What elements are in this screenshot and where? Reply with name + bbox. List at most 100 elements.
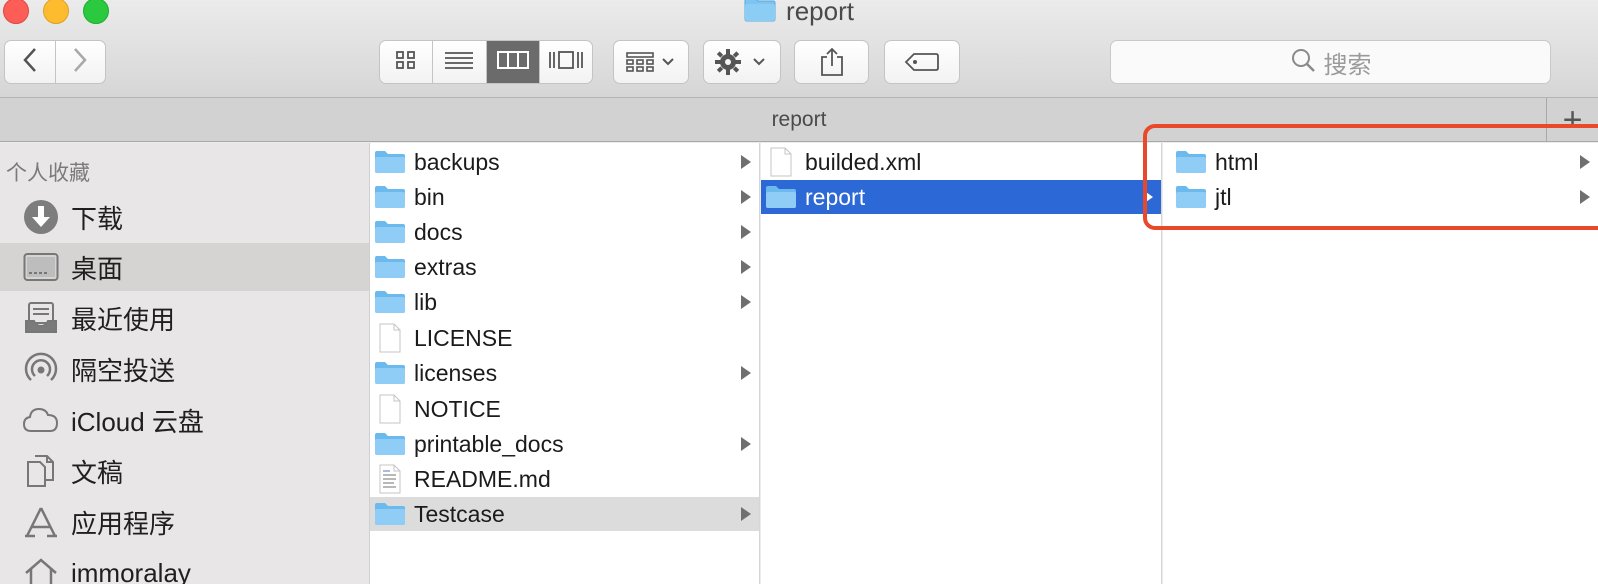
sidebar-item-recents[interactable]: 最近使用 xyxy=(0,294,369,342)
folder-icon xyxy=(763,185,799,209)
browser-column-2: builded.xml report xyxy=(761,143,1162,584)
sidebar-item-applications[interactable]: 应用程序 xyxy=(0,498,369,546)
file-icon xyxy=(763,147,799,177)
group-by-button[interactable] xyxy=(613,40,689,84)
sidebar-item-desktop[interactable]: 桌面 xyxy=(0,243,369,291)
item-name: NOTICE xyxy=(414,395,501,422)
sidebar-item-airdrop[interactable]: 隔空投送 xyxy=(0,345,369,393)
documents-icon xyxy=(21,451,61,491)
list-item-notice[interactable]: NOTICE xyxy=(370,392,759,426)
file-icon xyxy=(372,394,408,424)
folder-icon xyxy=(1173,150,1209,174)
disclosure-arrow-icon xyxy=(741,507,751,521)
list-view-button[interactable] xyxy=(432,41,485,83)
folder-icon xyxy=(372,150,408,174)
browser-column-1: backups bin docs extras lib LICENSE lice… xyxy=(370,143,760,584)
list-item-readme[interactable]: README.md xyxy=(370,462,759,496)
action-menu-button[interactable] xyxy=(703,40,781,84)
list-item-extras[interactable]: extras xyxy=(370,250,759,284)
applications-icon xyxy=(21,502,61,542)
search-field[interactable]: 搜索 xyxy=(1110,40,1551,84)
icon-view-icon xyxy=(395,50,417,75)
share-button[interactable] xyxy=(794,40,869,84)
sidebar-item-label: 应用程序 xyxy=(71,508,176,539)
back-button[interactable] xyxy=(5,41,55,83)
sidebar-item-label: iCloud 云盘 xyxy=(71,406,204,437)
icon-view-button[interactable] xyxy=(380,41,432,83)
item-name: docs xyxy=(414,218,463,245)
list-item-jtl[interactable]: jtl xyxy=(1163,180,1598,214)
column-view-icon xyxy=(496,50,529,75)
item-name: html xyxy=(1215,148,1259,175)
disclosure-arrow-icon xyxy=(1580,155,1590,169)
list-item-printable-docs[interactable]: printable_docs xyxy=(370,427,759,461)
tags-button[interactable] xyxy=(884,40,960,84)
disclosure-arrow-icon xyxy=(1580,190,1590,204)
list-item-bin[interactable]: bin xyxy=(370,180,759,214)
item-name: LICENSE xyxy=(414,324,513,351)
chevron-left-icon xyxy=(21,47,39,78)
disclosure-arrow-icon xyxy=(1143,190,1153,204)
item-name: README.md xyxy=(414,465,551,492)
cloud-icon xyxy=(21,400,61,440)
tag-icon xyxy=(904,52,940,72)
window-title: report xyxy=(0,0,1598,27)
item-name: Testcase xyxy=(414,500,505,527)
folder-icon xyxy=(744,0,776,27)
window-toolbar: report 搜索 xyxy=(0,0,1598,98)
share-icon xyxy=(819,47,845,77)
list-item-license[interactable]: LICENSE xyxy=(370,321,759,355)
sidebar-item-home[interactable]: immoralay xyxy=(0,549,369,584)
download-icon xyxy=(21,197,61,237)
tab-bar: report + xyxy=(0,98,1598,142)
item-name: jtl xyxy=(1215,183,1232,210)
disclosure-arrow-icon xyxy=(741,260,751,274)
list-item-testcase[interactable]: Testcase xyxy=(370,497,759,531)
sidebar-item-label: 文稿 xyxy=(71,457,124,488)
text-file-icon xyxy=(372,464,408,494)
navigation-buttons xyxy=(4,40,106,84)
list-item-report[interactable]: report xyxy=(761,180,1161,214)
list-item-backups[interactable]: backups xyxy=(370,145,759,179)
sidebar-item-downloads[interactable]: 下载 xyxy=(0,193,369,241)
search-icon xyxy=(1290,47,1316,78)
sidebar-item-label: 桌面 xyxy=(71,253,124,284)
column-view-button[interactable] xyxy=(485,41,539,83)
item-name: builded.xml xyxy=(805,148,922,175)
view-mode-control xyxy=(379,40,593,84)
new-tab-button[interactable]: + xyxy=(1546,98,1598,142)
sidebar-item-icloud[interactable]: iCloud 云盘 xyxy=(0,396,369,444)
disclosure-arrow-icon xyxy=(741,437,751,451)
folder-icon xyxy=(372,502,408,526)
gallery-view-icon xyxy=(548,49,584,76)
file-icon xyxy=(372,323,408,353)
sidebar: 个人收藏 下载 桌面 最近使用 隔空投送 iCloud 云盘 文稿 应用程序 i… xyxy=(0,143,370,584)
gallery-view-button[interactable] xyxy=(538,41,592,83)
disclosure-arrow-icon xyxy=(741,155,751,169)
chevron-right-icon xyxy=(71,47,89,78)
sidebar-item-label: immoralay xyxy=(71,557,191,584)
item-name: backups xyxy=(414,148,500,175)
folder-icon xyxy=(372,432,408,456)
folder-icon xyxy=(372,361,408,385)
recents-icon xyxy=(21,298,61,338)
disclosure-arrow-icon xyxy=(741,190,751,204)
desktop-icon xyxy=(21,247,61,287)
item-name: printable_docs xyxy=(414,430,564,457)
folder-icon xyxy=(372,185,408,209)
sidebar-item-label: 隔空投送 xyxy=(71,355,176,386)
forward-button[interactable] xyxy=(54,41,106,83)
list-item-licenses[interactable]: licenses xyxy=(370,356,759,390)
list-view-icon xyxy=(444,50,474,75)
list-item-docs[interactable]: docs xyxy=(370,215,759,249)
tab-report[interactable]: report xyxy=(772,108,827,132)
gear-icon xyxy=(714,48,770,76)
sidebar-item-label: 最近使用 xyxy=(71,304,176,335)
search-placeholder: 搜索 xyxy=(1323,51,1372,79)
sidebar-item-documents[interactable]: 文稿 xyxy=(0,447,369,495)
list-item-builded-xml[interactable]: builded.xml xyxy=(761,145,1161,179)
folder-icon xyxy=(372,255,408,279)
list-item-html[interactable]: html xyxy=(1163,145,1598,179)
item-name: bin xyxy=(414,183,445,210)
list-item-lib[interactable]: lib xyxy=(370,285,759,319)
